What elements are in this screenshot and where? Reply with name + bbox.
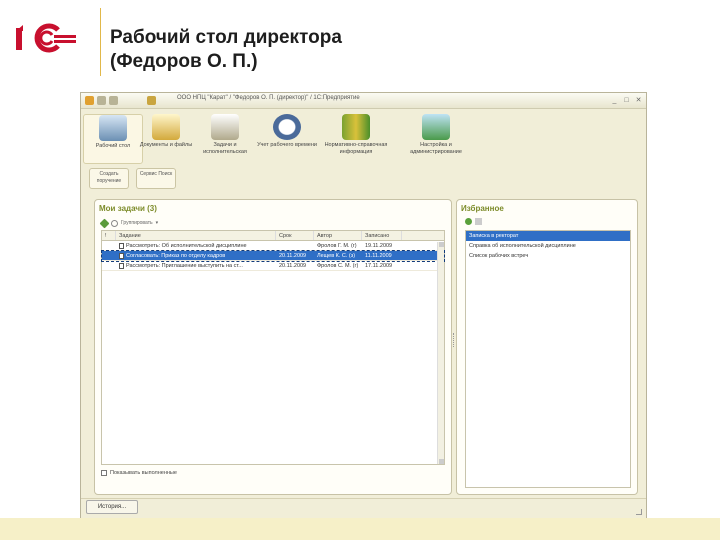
documents-icon (152, 114, 180, 140)
group-by-dropdown[interactable]: Группировать (121, 220, 153, 226)
list-item[interactable]: Справка об исполнительской дисциплине (466, 241, 630, 251)
app-menu-icon[interactable] (85, 96, 94, 105)
column-header-recorded[interactable]: Записано (362, 231, 402, 240)
section-admin[interactable]: Настройка и администрирование (403, 114, 469, 156)
column-header-due[interactable]: Срок (276, 231, 314, 240)
favorites-star-icon[interactable] (147, 96, 156, 105)
chevron-down-icon[interactable]: ▾ (156, 220, 159, 226)
maximize-button[interactable]: □ (621, 95, 632, 106)
importance-column-header[interactable]: ! (102, 231, 116, 240)
tasks-toolbar: Группировать ▾ (99, 218, 159, 228)
add-icon[interactable] (465, 218, 472, 225)
settings-icon (422, 114, 450, 140)
gear-icon[interactable] (111, 219, 118, 227)
forward-icon[interactable] (109, 96, 118, 105)
header-divider (100, 8, 101, 76)
my-tasks-panel: Мои задачи (3) Группировать ▾ ! Задание … (94, 199, 452, 495)
slide-title: Рабочий стол директора (Федоров О. П.) (110, 27, 342, 72)
books-icon (342, 114, 370, 140)
window-title: ООО НПЦ "Карат" / "Федоров О. П. (директ… (177, 95, 360, 101)
document-icon (119, 242, 124, 249)
slide-footer (0, 518, 720, 540)
app-window: ООО НПЦ "Карат" / "Федоров О. П. (директ… (80, 92, 647, 519)
history-button[interactable]: История... (86, 500, 138, 514)
minimize-button[interactable]: _ (609, 95, 620, 106)
table-row[interactable]: Рассмотреть: Приглашение выступить на ст… (102, 261, 444, 271)
my-tasks-title: Мои задачи (3) (99, 204, 157, 213)
create-assignment-button[interactable]: Создать поручение (89, 168, 129, 189)
table-header: ! Задание Срок Автор Записано (102, 231, 444, 241)
favorites-panel: Избранное Записка в ректорат Справка об … (456, 199, 638, 495)
window-titlebar: ООО НПЦ "Карат" / "Федоров О. П. (директ… (81, 93, 646, 109)
list-item[interactable]: Записка в ректорат (466, 231, 630, 241)
back-icon[interactable] (97, 96, 106, 105)
column-header-task[interactable]: Задание (116, 231, 276, 240)
search-service-button[interactable]: Сервис Поиск (136, 168, 176, 189)
slide-header: Рабочий стол директора (Федоров О. П.) (0, 0, 720, 88)
section-desktop[interactable]: Рабочий стол (83, 114, 143, 164)
table-row[interactable]: Рассмотреть: Об исполнительской дисципли… (102, 241, 444, 251)
edit-icon[interactable] (99, 218, 110, 228)
resize-grip[interactable] (636, 509, 642, 515)
favorites-title: Избранное (461, 204, 504, 213)
checkbox-box[interactable] (101, 470, 107, 476)
section-time[interactable]: Учет рабочего времени (257, 114, 317, 149)
1c-logo-icon (16, 23, 76, 53)
desktop-icon (99, 115, 127, 141)
document-icon (119, 262, 124, 269)
favorites-toolbar (465, 218, 482, 225)
list-item[interactable]: Список рабочих встреч (466, 251, 630, 261)
document-icon (119, 252, 124, 259)
status-bar (81, 498, 646, 518)
panel-splitter[interactable] (453, 333, 455, 347)
section-tasks[interactable]: Задачи и исполнительская (195, 114, 255, 156)
section-reference[interactable]: Нормативно-справочная информация (321, 114, 391, 156)
favorites-list: Записка в ректорат Справка об исполнител… (465, 230, 631, 488)
table-row-selected[interactable]: Согласовать: Приказ по отделу кадров 20.… (101, 250, 445, 262)
column-header-author[interactable]: Автор (314, 231, 362, 240)
clock-icon (273, 114, 301, 140)
close-button[interactable]: ✕ (633, 95, 644, 106)
tasks-icon (211, 114, 239, 140)
tasks-table: ! Задание Срок Автор Записано Рассмотрет… (101, 230, 445, 465)
show-completed-checkbox[interactable]: Показывать выполненные (101, 470, 177, 476)
section-documents[interactable]: Документы и файлы (136, 114, 196, 149)
remove-icon[interactable] (475, 218, 482, 225)
tasks-scrollbar[interactable] (437, 242, 444, 464)
